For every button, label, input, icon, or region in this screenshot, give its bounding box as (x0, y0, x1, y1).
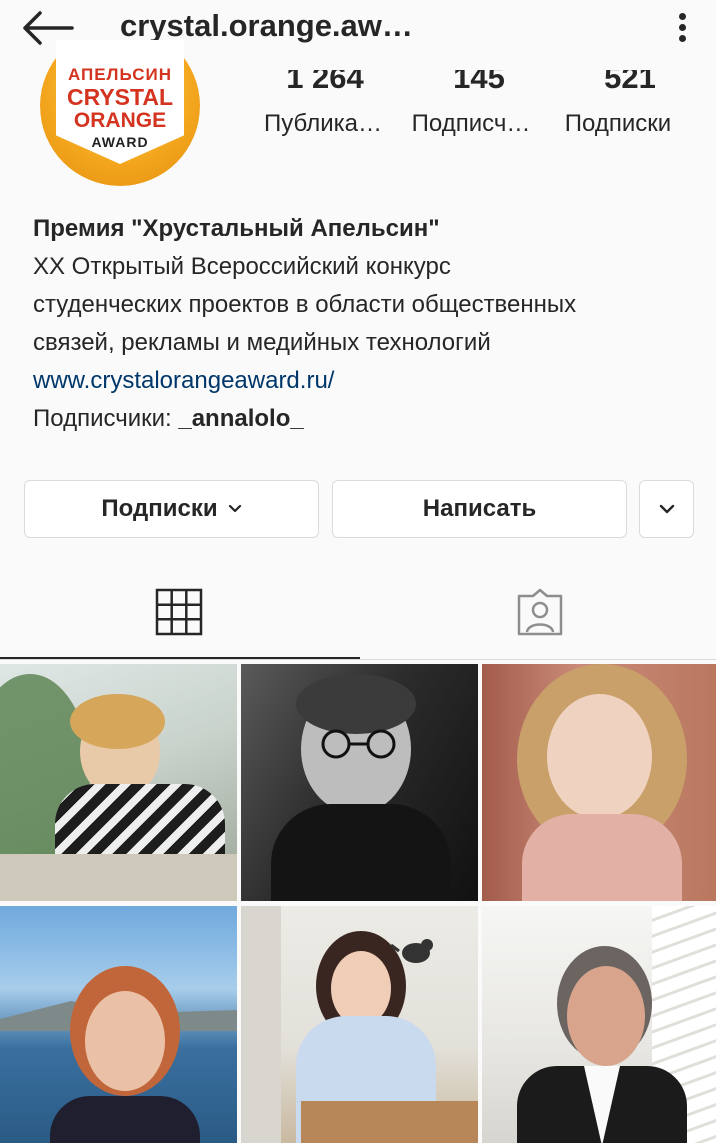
active-tab-indicator (0, 657, 360, 659)
stats-numbers: 1 264 145 521 (240, 70, 716, 100)
post-thumbnail[interactable] (241, 906, 478, 1143)
bio-line: связей, рекламы и медийных технологий (33, 329, 491, 356)
profile-bio: Премия "Хрустальный Апельсин" XX Открыты… (33, 210, 693, 438)
chevron-down-icon (228, 504, 241, 513)
post-thumbnail[interactable] (0, 664, 237, 901)
kebab-menu-icon[interactable] (672, 10, 692, 46)
post-thumbnail[interactable] (241, 664, 478, 901)
suggested-accounts-button[interactable] (639, 480, 694, 538)
message-button[interactable]: Написать (332, 480, 627, 538)
chevron-down-icon (659, 504, 674, 514)
follower-username[interactable]: _annalolo_ (178, 405, 303, 432)
followers-label[interactable]: Подписч… (396, 110, 546, 138)
following-button[interactable]: Подписки (24, 480, 319, 538)
followers-count[interactable]: 145 (404, 70, 554, 96)
profile-name: Премия "Хрустальный Апельсин" (33, 215, 440, 242)
following-button-label: Подписки (101, 495, 218, 522)
followed-by: Подписчики: _annalolo_ (33, 400, 693, 438)
post-thumbnail[interactable] (0, 906, 237, 1143)
grid-icon[interactable] (155, 588, 203, 636)
logo-line-1: АПЕЛЬСИН (67, 65, 173, 84)
website-link[interactable]: www.crystalorangeaward.ru/ (33, 362, 693, 400)
logo-line-3: ORANGE (73, 109, 167, 132)
page-title: crystal.orange.aw… (120, 8, 413, 43)
message-button-label: Написать (422, 495, 537, 522)
logo-line-2: CRYSTAL (66, 84, 174, 110)
post-thumbnail[interactable] (482, 906, 716, 1143)
posts-count[interactable]: 1 264 (250, 70, 400, 96)
tagged-person-icon[interactable] (515, 588, 565, 636)
avatar[interactable]: АПЕЛЬСИН CRYSTAL ORANGE AWARD (40, 40, 200, 186)
following-count[interactable]: 521 (555, 70, 705, 96)
bio-line: студенческих проектов в области обществе… (33, 291, 577, 318)
posts-label[interactable]: Публика… (248, 110, 398, 138)
followed-by-label: Подписчики: (33, 405, 179, 432)
bio-line: XX Открытый Всероссийский конкурс (33, 253, 451, 280)
tabs-divider (0, 659, 716, 660)
following-label[interactable]: Подписки (543, 110, 693, 138)
post-thumbnail[interactable] (482, 664, 716, 901)
